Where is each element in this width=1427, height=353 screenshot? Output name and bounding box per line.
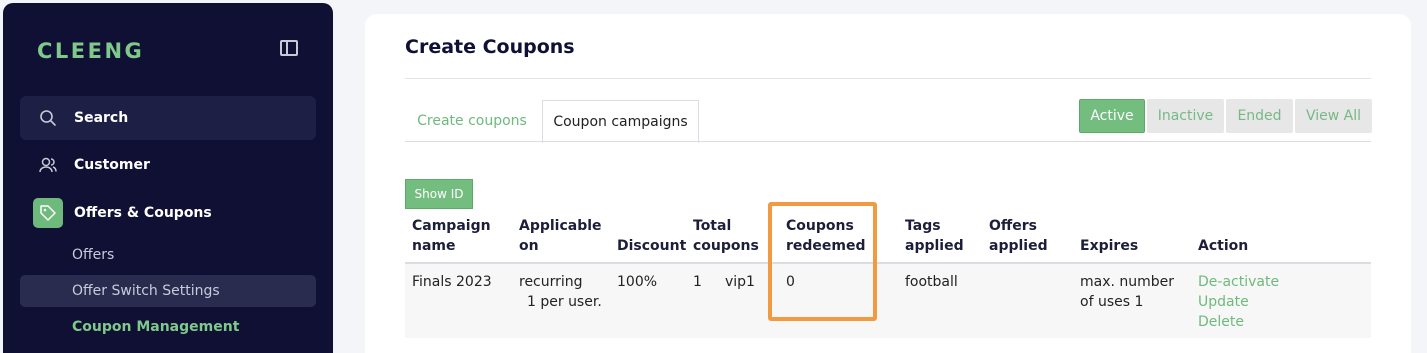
sidebar-item-label: Search: [74, 110, 129, 126]
divider: [405, 78, 1371, 79]
page-title: Create Coupons: [405, 36, 575, 58]
header-line: coupons: [693, 238, 759, 254]
cell-line: recurring: [519, 274, 583, 290]
header-line: applied: [989, 238, 1048, 254]
header-line: Offers: [989, 218, 1037, 234]
header-line: Applicable: [519, 218, 602, 234]
show-id-button[interactable]: Show ID: [405, 179, 473, 209]
column-header-offers-applied: Offers applied: [989, 216, 1048, 256]
deactivate-link[interactable]: De-activate: [1198, 272, 1279, 292]
header-line: applied: [905, 238, 964, 254]
filter-ended-button[interactable]: Ended: [1226, 99, 1293, 133]
header-line: Total: [693, 218, 732, 234]
column-header-expires: Expires: [1080, 238, 1139, 254]
filter-view-all-button[interactable]: View All: [1295, 99, 1372, 133]
header-line: on: [519, 238, 539, 254]
header-line: Tags: [905, 218, 941, 234]
tag-icon: [33, 198, 63, 228]
delete-link[interactable]: Delete: [1198, 312, 1244, 332]
sidebar-subitem-coupon-management[interactable]: Coupon Management: [20, 311, 316, 343]
sidebar-collapse-icon[interactable]: [280, 40, 298, 56]
sidebar-item-label: Customer: [74, 157, 150, 173]
header-line: name: [412, 238, 456, 254]
cell-total-coupons: 1: [693, 274, 702, 290]
cell-line: of uses 1: [1080, 294, 1144, 310]
sidebar-item-search[interactable]: Search: [20, 96, 316, 140]
main-panel: Create Coupons Create coupons Coupon cam…: [365, 14, 1411, 353]
column-header-tags-applied: Tags applied: [905, 216, 964, 256]
highlight-annotation: [768, 202, 877, 321]
sidebar: CLEENG Search Customer Offers & Coupons …: [3, 3, 333, 353]
cell-applicable-on: recurring 1 per user.: [519, 272, 602, 312]
column-header-applicable-on: Applicable on: [519, 216, 602, 256]
cell-tags-applied: football: [905, 274, 958, 290]
cleeng-logo[interactable]: CLEENG: [37, 39, 144, 63]
filter-active-button[interactable]: Active: [1079, 99, 1145, 133]
update-link[interactable]: Update: [1198, 292, 1249, 312]
filter-inactive-button[interactable]: Inactive: [1147, 99, 1224, 133]
tabs-divider: [405, 141, 1371, 142]
sidebar-subitem-offers[interactable]: Offers: [20, 239, 316, 271]
column-header-total-coupons: Total coupons: [693, 216, 759, 256]
cell-line: 1 per user.: [527, 294, 602, 310]
column-header-action: Action: [1198, 238, 1249, 254]
tab-create-coupons[interactable]: Create coupons: [405, 100, 539, 142]
sidebar-subitem-offer-switch-settings[interactable]: Offer Switch Settings: [20, 275, 316, 307]
cell-expires: max. number of uses 1: [1080, 272, 1174, 312]
column-header-campaign-name: Campaign name: [412, 216, 491, 256]
tab-coupon-campaigns[interactable]: Coupon campaigns: [542, 100, 699, 143]
cell-line: max. number: [1080, 274, 1175, 290]
cell-campaign-name: Finals 2023: [412, 274, 492, 290]
sidebar-item-offers-coupons[interactable]: Offers & Coupons: [20, 191, 316, 235]
cell-coupon-code: vip1: [725, 274, 755, 290]
sidebar-item-label: Offers & Coupons: [74, 205, 212, 221]
sidebar-item-customer[interactable]: Customer: [20, 143, 316, 187]
column-header-discount: Discount: [617, 238, 687, 254]
header-line: Campaign: [412, 218, 491, 234]
users-icon: [33, 150, 63, 180]
cell-discount: 100%: [617, 274, 658, 290]
search-icon: [33, 103, 63, 133]
